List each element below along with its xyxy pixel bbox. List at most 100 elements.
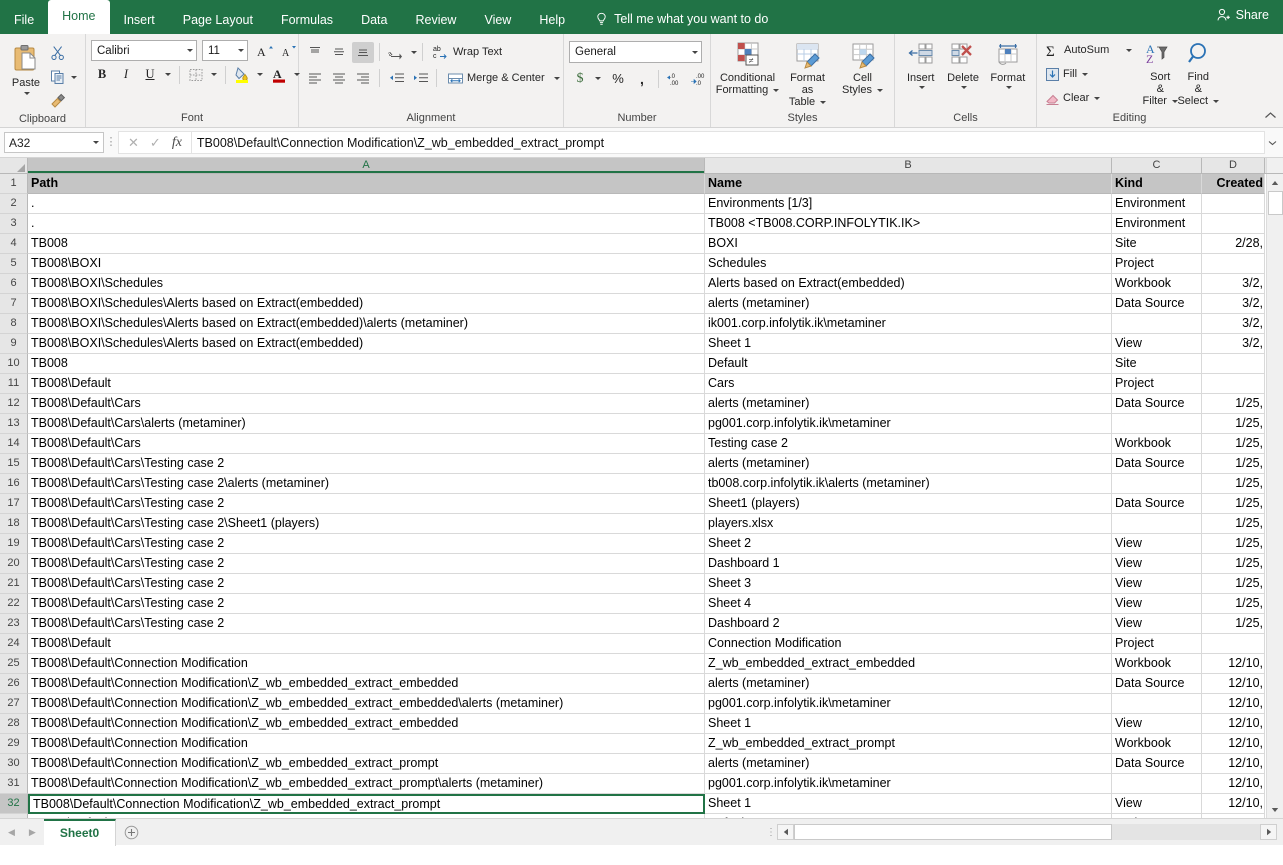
cell-B27[interactable]: pg001.corp.infolytik.ik\metaminer [705, 694, 1112, 714]
cell-B8[interactable]: ik001.corp.infolytik.ik\metaminer [705, 314, 1112, 334]
cell-A1[interactable]: Path [28, 174, 705, 194]
cell-D19[interactable]: 1/25, [1202, 534, 1265, 554]
increase-font-size-button[interactable]: A [254, 40, 276, 61]
cell-C29[interactable]: Workbook [1112, 734, 1202, 754]
row-header-13[interactable]: 13 [0, 414, 28, 434]
share-button[interactable]: Share [1216, 8, 1269, 22]
row-header-22[interactable]: 22 [0, 594, 28, 614]
cell-D1[interactable]: Created [1202, 174, 1265, 194]
row-header-9[interactable]: 9 [0, 334, 28, 354]
cell-A32[interactable]: TB008\Default\Connection Modification\Z_… [28, 794, 705, 814]
autosum-caret[interactable] [1126, 48, 1133, 52]
row-header-8[interactable]: 8 [0, 314, 28, 334]
cell-A26[interactable]: TB008\Default\Connection Modification\Z_… [28, 674, 705, 694]
cell-C15[interactable]: Data Source [1112, 454, 1202, 474]
cell-B3[interactable]: TB008 <TB008.CORP.INFOLYTIK.IK> [705, 214, 1112, 234]
cell-A31[interactable]: TB008\Default\Connection Modification\Z_… [28, 774, 705, 794]
column-header-d[interactable]: D [1202, 158, 1265, 173]
cell-C6[interactable]: Workbook [1112, 274, 1202, 294]
orientation-dropdown-caret[interactable] [411, 50, 417, 54]
row-header-26[interactable]: 26 [0, 674, 28, 694]
align-right-button[interactable] [352, 68, 374, 89]
cell-D28[interactable]: 12/10, [1202, 714, 1265, 734]
row-header-25[interactable]: 25 [0, 654, 28, 674]
cell-C22[interactable]: View [1112, 594, 1202, 614]
cell-C33[interactable]: Project [1112, 814, 1202, 818]
cell-B4[interactable]: BOXI [705, 234, 1112, 254]
row-header-12[interactable]: 12 [0, 394, 28, 414]
cell-A29[interactable]: TB008\Default\Connection Modification [28, 734, 705, 754]
cell-C8[interactable] [1112, 314, 1202, 334]
cell-D30[interactable]: 12/10, [1202, 754, 1265, 774]
cell-B18[interactable]: players.xlsx [705, 514, 1112, 534]
cell-styles-button[interactable]: Cell Styles [839, 40, 887, 98]
cell-C5[interactable]: Project [1112, 254, 1202, 274]
cell-D10[interactable] [1202, 354, 1265, 374]
cell-A19[interactable]: TB008\Default\Cars\Testing case 2 [28, 534, 705, 554]
cell-D21[interactable]: 1/25, [1202, 574, 1265, 594]
row-header-19[interactable]: 19 [0, 534, 28, 554]
ribbon-tab-help[interactable]: Help [525, 6, 579, 34]
cell-A30[interactable]: TB008\Default\Connection Modification\Z_… [28, 754, 705, 774]
percent-style-button[interactable]: % [607, 68, 629, 89]
borders-dropdown-caret[interactable] [211, 73, 217, 76]
cell-C9[interactable]: View [1112, 334, 1202, 354]
cell-A24[interactable]: TB008\Default [28, 634, 705, 654]
cut-button[interactable] [47, 42, 80, 64]
cell-C27[interactable] [1112, 694, 1202, 714]
cell-C28[interactable]: View [1112, 714, 1202, 734]
cell-B31[interactable]: pg001.corp.infolytik.ik\metaminer [705, 774, 1112, 794]
cell-B9[interactable]: Sheet 1 [705, 334, 1112, 354]
orientation-button[interactable]: a [385, 42, 407, 63]
autosum-button[interactable]: Σ AutoSum [1042, 39, 1135, 61]
row-header-18[interactable]: 18 [0, 514, 28, 534]
cell-B24[interactable]: Connection Modification [705, 634, 1112, 654]
align-middle-button[interactable] [328, 42, 350, 63]
cell-D24[interactable] [1202, 634, 1265, 654]
cell-C16[interactable] [1112, 474, 1202, 494]
name-box-caret[interactable] [93, 141, 99, 144]
fill-button[interactable]: Fill [1042, 63, 1135, 85]
cell-D25[interactable]: 12/10, [1202, 654, 1265, 674]
bold-button[interactable]: B [91, 64, 113, 85]
cell-D27[interactable]: 12/10, [1202, 694, 1265, 714]
cell-B25[interactable]: Z_wb_embedded_extract_embedded [705, 654, 1112, 674]
comma-style-button[interactable]: , [631, 68, 653, 89]
scroll-up-button[interactable] [1266, 174, 1283, 191]
find-select-button[interactable]: Find & Select [1177, 39, 1220, 109]
cell-D14[interactable]: 1/25, [1202, 434, 1265, 454]
cell-D15[interactable]: 1/25, [1202, 454, 1265, 474]
font-size-combo[interactable]: 11 [202, 40, 248, 61]
cell-A25[interactable]: TB008\Default\Connection Modification [28, 654, 705, 674]
insert-cells-button[interactable]: Insert [902, 40, 940, 91]
cell-B7[interactable]: alerts (metaminer) [705, 294, 1112, 314]
cell-A21[interactable]: TB008\Default\Cars\Testing case 2 [28, 574, 705, 594]
cell-C11[interactable]: Project [1112, 374, 1202, 394]
cancel-x-icon[interactable]: ✕ [128, 135, 139, 151]
paste-dropdown-caret[interactable] [24, 92, 30, 95]
cell-C24[interactable]: Project [1112, 634, 1202, 654]
vertical-scroll-track[interactable] [1266, 191, 1283, 801]
cell-A27[interactable]: TB008\Default\Connection Modification\Z_… [28, 694, 705, 714]
cell-C3[interactable]: Environment [1112, 214, 1202, 234]
cell-B19[interactable]: Sheet 2 [705, 534, 1112, 554]
align-left-button[interactable] [304, 68, 326, 89]
scroll-down-button[interactable] [1266, 801, 1283, 818]
cell-A17[interactable]: TB008\Default\Cars\Testing case 2 [28, 494, 705, 514]
add-sheet-button[interactable] [116, 819, 146, 846]
cell-D26[interactable]: 12/10, [1202, 674, 1265, 694]
cell-D23[interactable]: 1/25, [1202, 614, 1265, 634]
cell-B2[interactable]: Environments [1/3] [705, 194, 1112, 214]
fill-color-button[interactable] [231, 64, 253, 85]
cell-B21[interactable]: Sheet 3 [705, 574, 1112, 594]
ribbon-tab-view[interactable]: View [470, 6, 525, 34]
cell-A18[interactable]: TB008\Default\Cars\Testing case 2\Sheet1… [28, 514, 705, 534]
insert-caret[interactable] [918, 86, 925, 89]
cell-C26[interactable]: Data Source [1112, 674, 1202, 694]
cell-D17[interactable]: 1/25, [1202, 494, 1265, 514]
cell-A10[interactable]: TB008 [28, 354, 705, 374]
collapse-ribbon-button[interactable] [1264, 109, 1277, 123]
cell-C32[interactable]: View [1112, 794, 1202, 814]
underline-button[interactable]: U [139, 64, 161, 85]
cell-D2[interactable] [1202, 194, 1265, 214]
